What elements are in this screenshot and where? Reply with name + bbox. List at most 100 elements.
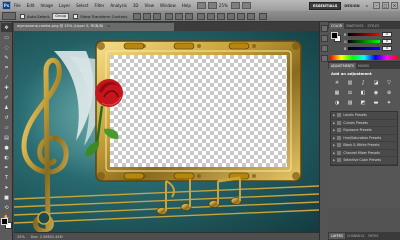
menu-file[interactable]: File bbox=[14, 3, 21, 8]
status-zoom[interactable]: 25% bbox=[17, 235, 25, 239]
distribute-left-button[interactable] bbox=[227, 12, 236, 20]
black-white-icon[interactable]: ◧ bbox=[358, 89, 368, 97]
distribute-right-button[interactable] bbox=[247, 12, 256, 20]
dodge-tool-icon[interactable]: ◐ bbox=[1, 153, 12, 162]
tab-masks[interactable]: MASKS bbox=[356, 63, 371, 69]
red-slider[interactable] bbox=[348, 33, 380, 36]
gradient-tool-icon[interactable]: ▤ bbox=[1, 133, 12, 142]
preset-black-white[interactable]: ▶ Black & White Presets bbox=[331, 142, 397, 150]
green-slider[interactable] bbox=[348, 40, 380, 43]
auto-align-button[interactable] bbox=[259, 12, 268, 20]
menu-layer[interactable]: Layer bbox=[59, 3, 70, 8]
minimize-icon[interactable]: – bbox=[373, 2, 380, 9]
auto-select-dropdown[interactable]: Group bbox=[52, 12, 70, 20]
lasso-tool-icon[interactable]: ◌ bbox=[1, 43, 12, 52]
brush-tool-icon[interactable]: ✐ bbox=[1, 93, 12, 102]
align-middle-button[interactable] bbox=[143, 12, 152, 20]
distribute-bottom-button[interactable] bbox=[217, 12, 226, 20]
distribute-middle-button[interactable] bbox=[207, 12, 216, 20]
shape-tool-icon[interactable]: ■ bbox=[1, 193, 12, 202]
tab-channels[interactable]: CHANNELS bbox=[345, 233, 366, 239]
type-tool-icon[interactable]: T bbox=[1, 173, 12, 182]
auto-select-checkbox[interactable] bbox=[20, 13, 25, 19]
levels-icon[interactable]: ▥ bbox=[345, 79, 355, 87]
menu-view[interactable]: View bbox=[145, 3, 155, 8]
preset-exposure[interactable]: ▶ Exposure Presets bbox=[331, 127, 397, 135]
align-left-button[interactable] bbox=[165, 12, 174, 20]
menu-analysis[interactable]: Analysis bbox=[110, 3, 126, 8]
exposure-icon[interactable]: ◪ bbox=[371, 79, 381, 87]
zoom-level-select[interactable]: 25% bbox=[219, 3, 228, 8]
selective-color-icon[interactable]: ✦ bbox=[384, 99, 394, 107]
gradient-map-icon[interactable]: ▬ bbox=[371, 99, 381, 107]
hand-button[interactable] bbox=[230, 2, 240, 9]
transform-controls-checkbox[interactable] bbox=[73, 13, 79, 19]
menu-select[interactable]: Select bbox=[76, 3, 88, 8]
maximize-icon[interactable]: □ bbox=[382, 2, 389, 9]
distribute-center-button[interactable] bbox=[237, 12, 246, 20]
align-center-button[interactable] bbox=[175, 12, 184, 20]
blue-slider[interactable] bbox=[348, 47, 380, 50]
brush-panel-icon[interactable] bbox=[321, 45, 328, 52]
crop-tool-icon[interactable]: ⌗ bbox=[1, 63, 12, 72]
foreground-color-chip[interactable] bbox=[331, 32, 338, 39]
preset-curves[interactable]: ▶ Curves Presets bbox=[331, 120, 397, 127]
menu-edit[interactable]: Edit bbox=[27, 3, 35, 8]
document-tab[interactable]: wymarzona-ramka.png @ 25% (Layer 0, RGB/… bbox=[14, 23, 174, 31]
threshold-icon[interactable]: ◩ bbox=[358, 99, 368, 107]
color-spectrum[interactable] bbox=[330, 55, 398, 60]
3d-rotate-tool-icon[interactable]: ⟲ bbox=[1, 203, 12, 212]
align-right-button[interactable] bbox=[185, 12, 194, 20]
bridge-button[interactable] bbox=[196, 2, 206, 9]
arrange-documents-button[interactable] bbox=[241, 2, 251, 9]
channel-mixer-icon[interactable]: ⊕ bbox=[384, 89, 394, 97]
blur-tool-icon[interactable]: ● bbox=[1, 143, 12, 152]
menu-image[interactable]: Image bbox=[40, 3, 53, 8]
healing-brush-tool-icon[interactable]: ✚ bbox=[1, 83, 12, 92]
close-document-icon[interactable]: × bbox=[107, 24, 110, 28]
path-select-tool-icon[interactable]: ➤ bbox=[1, 183, 12, 192]
tab-layers[interactable]: LAYERS bbox=[329, 233, 345, 239]
actions-panel-icon[interactable] bbox=[321, 35, 328, 42]
tab-adjustments[interactable]: ADJUSTMENTS bbox=[329, 63, 356, 69]
curves-icon[interactable]: ∫ bbox=[358, 79, 368, 87]
workspace-essentials[interactable]: ESSENTIALS bbox=[308, 1, 342, 10]
history-panel-icon[interactable] bbox=[321, 25, 328, 32]
color-balance-icon[interactable]: ⚖ bbox=[345, 89, 355, 97]
photo-filter-icon[interactable]: ◉ bbox=[371, 89, 381, 97]
eraser-tool-icon[interactable]: ▱ bbox=[1, 123, 12, 132]
tool-preset-picker[interactable] bbox=[2, 12, 16, 20]
menu-3d[interactable]: 3D bbox=[133, 3, 139, 8]
mini-bridge-button[interactable] bbox=[207, 2, 217, 9]
color-panel-swatches[interactable] bbox=[331, 32, 341, 42]
align-top-button[interactable] bbox=[133, 12, 142, 20]
history-brush-tool-icon[interactable]: ↺ bbox=[1, 113, 12, 122]
quick-select-tool-icon[interactable]: ✎ bbox=[1, 53, 12, 62]
preset-levels[interactable]: ▶ Levels Presets bbox=[331, 112, 397, 120]
pen-tool-icon[interactable]: ✒ bbox=[1, 163, 12, 172]
menu-help[interactable]: Help bbox=[182, 3, 191, 8]
workspace-more[interactable]: » bbox=[363, 2, 371, 10]
vibrance-icon[interactable]: ▽ bbox=[384, 79, 394, 87]
invert-icon[interactable]: ◑ bbox=[332, 99, 342, 107]
align-bottom-button[interactable] bbox=[153, 12, 162, 20]
foreground-color-swatch[interactable] bbox=[1, 218, 8, 225]
document-canvas[interactable] bbox=[14, 31, 319, 232]
eyedropper-tool-icon[interactable]: ⁄ bbox=[1, 73, 12, 82]
menu-filter[interactable]: Filter bbox=[94, 3, 104, 8]
brightness-contrast-icon[interactable]: ☀ bbox=[332, 79, 342, 87]
foreground-background-colors[interactable] bbox=[1, 218, 12, 229]
preset-selective-color[interactable]: ▶ Selective Color Presets bbox=[331, 157, 397, 165]
close-icon[interactable]: × bbox=[391, 2, 398, 9]
red-value[interactable]: 0 bbox=[382, 32, 392, 37]
tab-paths[interactable]: PATHS bbox=[366, 233, 380, 239]
menu-window[interactable]: Window bbox=[160, 3, 176, 8]
marquee-tool-icon[interactable]: ▭ bbox=[1, 33, 12, 42]
green-value[interactable]: 0 bbox=[382, 39, 392, 44]
character-panel-icon[interactable] bbox=[321, 55, 328, 62]
distribute-top-button[interactable] bbox=[197, 12, 206, 20]
move-tool-icon[interactable]: ✥ bbox=[1, 23, 12, 32]
preset-channel-mixer[interactable]: ▶ Channel Mixer Presets bbox=[331, 150, 397, 157]
clone-stamp-tool-icon[interactable]: ♟ bbox=[1, 103, 12, 112]
preset-hue-saturation[interactable]: ▶ Hue/Saturation Presets bbox=[331, 135, 397, 142]
